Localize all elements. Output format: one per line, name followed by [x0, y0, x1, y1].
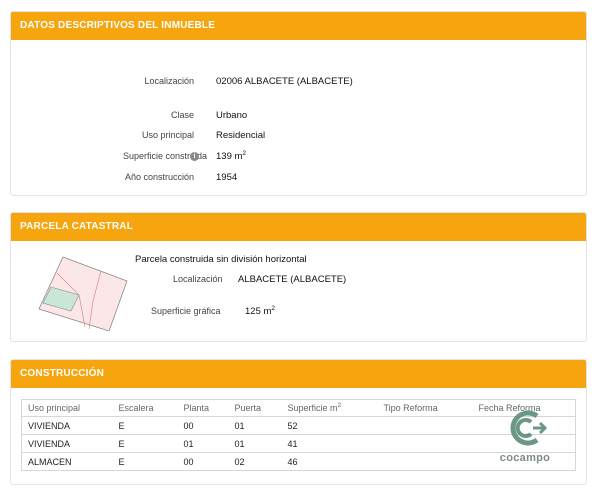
cell-planta: 00: [177, 452, 229, 471]
uso-principal-value: Residencial: [216, 130, 266, 141]
superficie-construida-unit-sup: 2: [242, 150, 247, 157]
descriptive-data-panel: DATOS DESCRIPTIVOS DEL INMUEBLE Localiza…: [10, 11, 587, 196]
cell-uso: ALMACEN: [21, 452, 113, 471]
parcel-localizacion-label: Localización: [173, 274, 223, 284]
cocampo-logo-icon: [510, 410, 548, 446]
cell-uso: VIVIENDA: [21, 434, 113, 453]
parcel-superficie-label: Superficie gráfica: [151, 306, 221, 316]
cell-superficie: 46: [281, 452, 378, 471]
table-header-row: Uso principal Escalera Planta Puerta Sup…: [21, 399, 576, 417]
parcel-superficie-value: 125 m: [245, 306, 272, 317]
superficie-construida-value: 139 m: [216, 151, 243, 162]
construccion-table: Uso principal Escalera Planta Puerta Sup…: [21, 399, 576, 471]
col-uso-principal: Uso principal: [21, 399, 113, 417]
cell-escalera: E: [112, 434, 178, 453]
anio-construccion-label: Año construcción: [124, 172, 194, 182]
construccion-header: CONSTRUCCIÓN: [11, 360, 586, 388]
cell-uso: VIVIENDA: [21, 416, 113, 435]
cell-planta: 00: [177, 416, 229, 435]
localizacion-value: 02006 ALBACETE (ALBACETE): [216, 76, 353, 87]
info-icon[interactable]: i: [190, 152, 199, 161]
cell-tipo-reforma: [377, 452, 473, 471]
col-escalera: Escalera: [112, 399, 178, 417]
cell-puerta: 02: [228, 452, 282, 471]
cell-superficie: 52: [281, 416, 378, 435]
cell-escalera: E: [112, 452, 178, 471]
parcela-catastral-header: PARCELA CATASTRAL: [11, 213, 586, 241]
col-tipo-reforma: Tipo Reforma: [377, 399, 473, 417]
parcel-map[interactable]: [31, 251, 131, 331]
cell-tipo-reforma: [377, 416, 473, 435]
parcel-title: Parcela construida sin división horizont…: [135, 254, 307, 265]
clase-value: Urbano: [216, 110, 248, 121]
col-superficie-unit-sup: 2: [337, 402, 342, 409]
cocampo-logo-text: cocampo: [499, 452, 551, 464]
col-superficie: Superficie m2: [281, 399, 378, 417]
table-row: VIVIENDA E 00 01 52: [21, 416, 576, 435]
uso-principal-label: Uso principal: [141, 130, 194, 140]
parcela-catastral-panel: PARCELA CATASTRAL Parcela construida sin…: [10, 212, 587, 342]
cell-puerta: 01: [228, 434, 282, 453]
cell-puerta: 01: [228, 416, 282, 435]
cocampo-logo: cocampo: [495, 406, 555, 464]
clase-label: Clase: [170, 110, 194, 120]
parcel-superficie-unit-sup: 2: [271, 305, 276, 312]
parcel-superficie-value-row: 125 m2: [245, 305, 276, 317]
cell-superficie: 41: [281, 434, 378, 453]
table-row: ALMACEN E 00 02 46: [21, 452, 576, 471]
descriptive-data-header: DATOS DESCRIPTIVOS DEL INMUEBLE: [11, 12, 586, 40]
anio-construccion-value: 1954: [216, 172, 238, 183]
superficie-construida-value-row: 139 m2: [216, 150, 247, 162]
localizacion-label: Localización: [144, 76, 194, 86]
col-planta: Planta: [177, 399, 229, 417]
cell-escalera: E: [112, 416, 178, 435]
col-puerta: Puerta: [228, 399, 282, 417]
table-row: VIVIENDA E 01 01 41: [21, 434, 576, 453]
parcel-localizacion-value: ALBACETE (ALBACETE): [238, 274, 347, 285]
cell-planta: 01: [177, 434, 229, 453]
cell-tipo-reforma: [377, 434, 473, 453]
col-superficie-label: Superficie m: [287, 403, 338, 413]
